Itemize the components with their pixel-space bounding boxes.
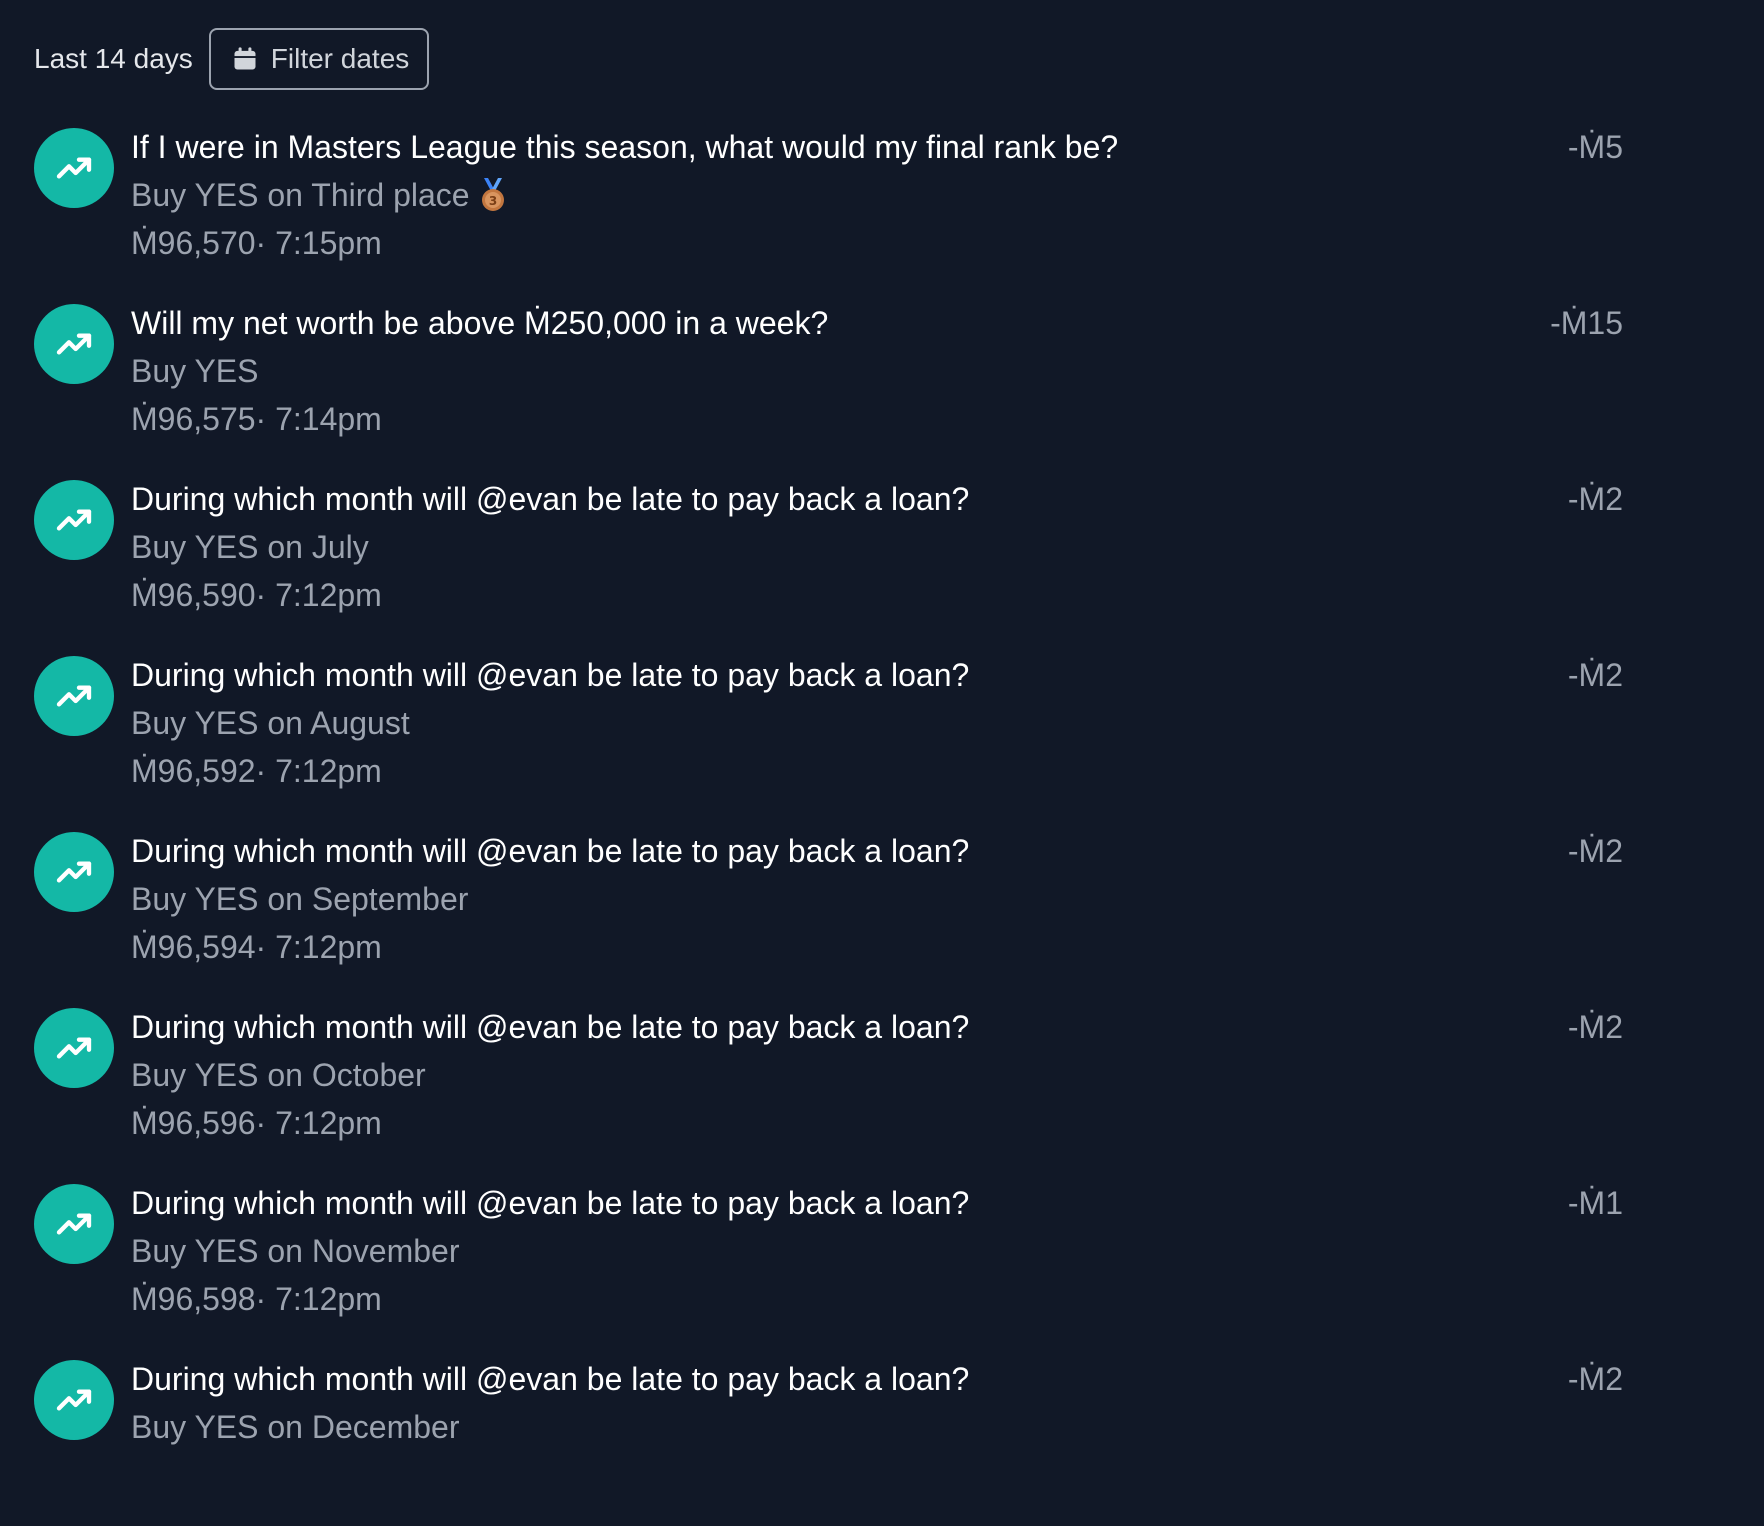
trade-amount: -Ṁ2 — [1567, 481, 1623, 517]
trade-action: Buy YES on July — [131, 529, 369, 565]
market-title[interactable]: During which month will @evan be late to… — [131, 481, 969, 518]
third-place-medal-icon: 3 — [481, 178, 504, 211]
trending-up-icon — [34, 128, 114, 208]
trending-up-icon — [34, 480, 114, 560]
balance-and-time: Ṁ96,596· 7:12pm — [131, 1105, 382, 1141]
date-filter-bar: Last 14 days Filter dates — [34, 28, 430, 90]
filter-dates-label: Filter dates — [270, 43, 410, 74]
trade-amount: -Ṁ2 — [1567, 833, 1623, 869]
market-title[interactable]: Will my net worth be above Ṁ250,000 in a… — [131, 305, 828, 342]
trade-action: Buy YES on November — [131, 1233, 460, 1269]
balance-and-time: Ṁ96,570· 7:15pm — [131, 225, 382, 261]
trade-amount: -Ṁ2 — [1567, 1361, 1623, 1397]
trade-amount: -Ṁ5 — [1567, 129, 1623, 165]
trade-action: Buy YES on Third place — [131, 177, 470, 213]
trending-up-icon — [34, 1008, 114, 1088]
transaction-row[interactable]: During which month will @evan be late to… — [0, 1350, 1764, 1526]
trending-up-icon — [34, 1360, 114, 1440]
market-title[interactable]: During which month will @evan be late to… — [131, 1009, 969, 1046]
market-title[interactable]: During which month will @evan be late to… — [131, 657, 969, 694]
trade-action: Buy YES — [131, 353, 259, 389]
market-title[interactable]: If I were in Masters League this season,… — [131, 129, 1118, 166]
balance-and-time: Ṁ96,592· 7:12pm — [131, 753, 382, 789]
trending-up-icon — [34, 1184, 114, 1264]
date-range-label: Last 14 days — [34, 43, 193, 74]
transaction-row[interactable]: During which month will @evan be late to… — [0, 470, 1764, 646]
svg-text:3: 3 — [488, 194, 496, 208]
transaction-row[interactable]: During which month will @evan be late to… — [0, 1174, 1764, 1350]
balance-and-time: Ṁ96,575· 7:14pm — [131, 401, 382, 437]
trending-up-icon — [34, 304, 114, 384]
trade-description: Buy YES on Third place 3 — [131, 177, 508, 214]
filter-dates-button[interactable]: Filter dates — [208, 28, 430, 90]
transaction-row[interactable]: During which month will @evan be late to… — [0, 646, 1764, 822]
trade-amount: -Ṁ1 — [1567, 1185, 1623, 1221]
trending-up-icon — [34, 832, 114, 912]
market-title[interactable]: During which month will @evan be late to… — [131, 833, 969, 870]
trade-action: Buy YES on August — [131, 705, 410, 741]
balance-and-time: Ṁ96,590· 7:12pm — [131, 577, 382, 613]
transaction-row[interactable]: During which month will @evan be late to… — [0, 998, 1764, 1174]
calendar-icon — [234, 47, 256, 70]
trade-action: Buy YES on September — [131, 881, 469, 917]
trade-amount: -Ṁ15 — [1550, 305, 1623, 341]
trade-amount: -Ṁ2 — [1567, 657, 1623, 693]
transaction-row[interactable]: If I were in Masters League this season,… — [0, 118, 1764, 294]
trade-action: Buy YES on December — [131, 1409, 460, 1445]
balance-and-time: Ṁ96,594· 7:12pm — [131, 929, 382, 965]
trade-amount: -Ṁ2 — [1567, 1009, 1623, 1045]
trending-up-icon — [34, 656, 114, 736]
balance-and-time: Ṁ96,598· 7:12pm — [131, 1281, 382, 1317]
transaction-row[interactable]: During which month will @evan be late to… — [0, 822, 1764, 998]
market-title[interactable]: During which month will @evan be late to… — [131, 1361, 969, 1398]
transaction-list: If I were in Masters League this season,… — [0, 118, 1764, 1526]
trade-action: Buy YES on October — [131, 1057, 426, 1093]
transaction-row[interactable]: Will my net worth be above Ṁ250,000 in a… — [0, 294, 1764, 470]
market-title[interactable]: During which month will @evan be late to… — [131, 1185, 969, 1222]
